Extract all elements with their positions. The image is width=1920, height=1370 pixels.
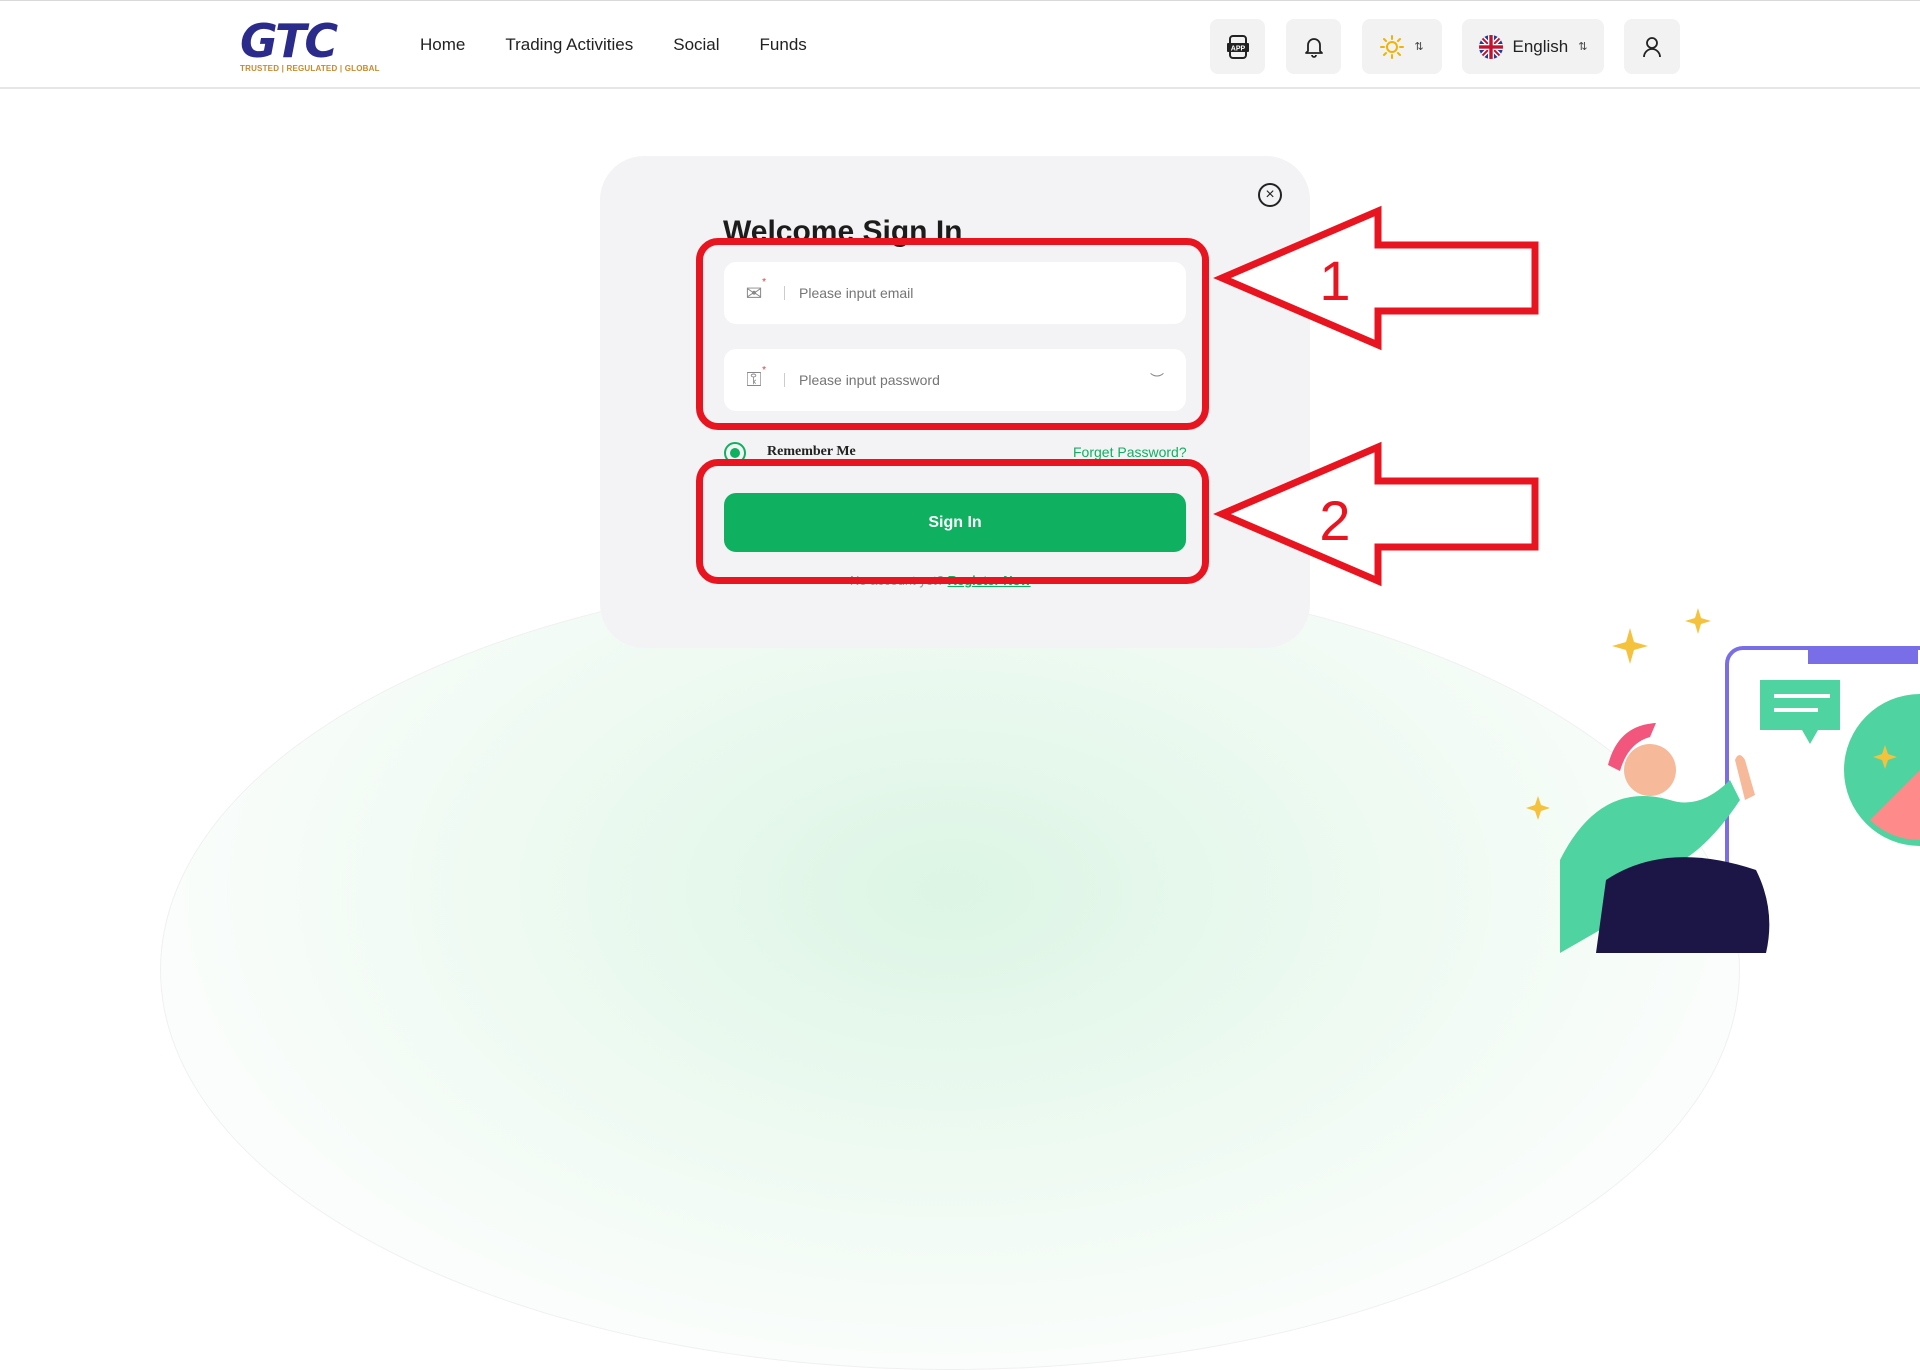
main-nav: Home Trading Activities Social Funds bbox=[420, 35, 807, 55]
theme-switcher[interactable]: ⇅ bbox=[1362, 19, 1442, 74]
hero-backdrop bbox=[160, 570, 1740, 1370]
logo-tagline: TRUSTED | REGULATED | GLOBAL bbox=[240, 64, 380, 73]
pie-chart-shape bbox=[1844, 694, 1920, 846]
chevron-updown-icon: ⇅ bbox=[1578, 41, 1588, 53]
phone-shape bbox=[1725, 646, 1920, 953]
chat-bubble-icon bbox=[1760, 680, 1840, 744]
nav-funds[interactable]: Funds bbox=[760, 35, 807, 55]
annotation-box-credentials bbox=[696, 238, 1209, 430]
forgot-password-link[interactable]: Forget Password? bbox=[1073, 444, 1187, 460]
logo-mark: GTC bbox=[240, 14, 338, 68]
account-button[interactable] bbox=[1624, 19, 1680, 74]
language-selector[interactable]: English ⇅ bbox=[1462, 19, 1604, 74]
chevron-updown-icon: ⇅ bbox=[1414, 41, 1424, 53]
bell-icon bbox=[1304, 37, 1323, 58]
nav-trading-activities[interactable]: Trading Activities bbox=[505, 35, 633, 55]
nav-social[interactable]: Social bbox=[673, 35, 719, 55]
language-label: English bbox=[1512, 36, 1569, 56]
app-download-button[interactable]: APP bbox=[1210, 19, 1265, 74]
header: GTC TRUSTED | REGULATED | GLOBAL Home Tr… bbox=[0, 1, 1920, 89]
annotation-box-signin bbox=[696, 459, 1209, 584]
remember-me-label: Remember Me bbox=[767, 444, 856, 459]
user-icon bbox=[1643, 36, 1661, 57]
arrow-1-label: 1 bbox=[1319, 249, 1350, 312]
notifications-button[interactable] bbox=[1286, 19, 1341, 74]
sun-icon bbox=[1380, 34, 1405, 59]
logo[interactable]: GTC TRUSTED | REGULATED | GLOBAL bbox=[240, 14, 380, 75]
nav-home[interactable]: Home bbox=[420, 35, 465, 55]
app-icon: APP bbox=[1226, 34, 1249, 59]
phone-notch bbox=[1808, 650, 1918, 664]
app-icon-label: APP bbox=[1230, 45, 1245, 52]
close-icon[interactable]: × bbox=[1258, 183, 1282, 207]
arrow-2-label: 2 bbox=[1319, 489, 1350, 552]
uk-flag-icon bbox=[1478, 34, 1503, 59]
